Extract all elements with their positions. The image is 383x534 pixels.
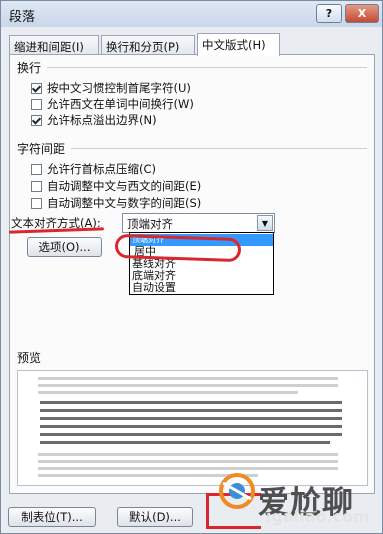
- checkbox-space-asian-latin[interactable]: [31, 180, 42, 192]
- preview-line: [38, 460, 338, 463]
- watermark-url: igaliao.com: [266, 507, 370, 526]
- divider: [47, 67, 367, 68]
- checkbox-label: 自动调整中文与数字的间距(S): [47, 196, 202, 210]
- preview-text-line: [40, 425, 342, 428]
- annotation-circle: [114, 233, 242, 263]
- tab-asian-typography[interactable]: 中文版式(H): [197, 33, 280, 56]
- dropdown-option-auto[interactable]: 自动设置: [132, 282, 176, 293]
- preview-section-label: 预览: [17, 351, 42, 365]
- text-align-select[interactable]: 顶端对齐 ▼: [122, 213, 275, 233]
- preview-line: [38, 377, 338, 380]
- preview-line: [38, 384, 338, 387]
- checkbox-label: 自动调整中文与西文的间距(E): [47, 179, 202, 193]
- text-align-value: 顶端对齐: [127, 217, 173, 231]
- preview-line: [38, 453, 338, 456]
- close-button[interactable]: X: [345, 4, 379, 23]
- preview-text-line: [40, 401, 342, 404]
- preview-text-line: [40, 441, 330, 444]
- dialog-title: 段落: [9, 10, 36, 25]
- paragraph-dialog: 段落 ? X 缩进和间距(I) 换行和分页(P) 中文版式(H) 换行 按中文习…: [0, 0, 383, 534]
- checkbox-label: 允许标点溢出边界(N): [47, 113, 157, 127]
- checkbox-compress-punctuation[interactable]: [31, 163, 42, 175]
- help-button[interactable]: ?: [316, 4, 342, 23]
- divider: [71, 148, 367, 149]
- line-break-section-label: 换行: [17, 61, 42, 75]
- tab-line-page-breaks[interactable]: 换行和分页(P): [101, 35, 195, 55]
- preview-line: [38, 467, 338, 470]
- checkbox-row-space-asian-latin[interactable]: 自动调整中文与西文的间距(E): [31, 178, 201, 194]
- preview-text-line: [40, 409, 342, 412]
- watermark-logo: [219, 473, 255, 509]
- checkbox-label: 按中文习惯控制首尾字符(U): [47, 81, 191, 95]
- dropdown-option-bottom[interactable]: 底端对齐: [132, 270, 176, 281]
- checkbox-label: 允许行首标点压缩(C): [47, 162, 157, 176]
- title-bar: 段落 ? X: [1, 1, 382, 27]
- preview-text-line: [40, 433, 342, 436]
- checkbox-row-space-asian-numbers[interactable]: 自动调整中文与数字的间距(S): [31, 195, 201, 211]
- checkbox-latin-word-wrap[interactable]: [31, 98, 42, 110]
- checkbox-row-compress-punctuation[interactable]: 允许行首标点压缩(C): [31, 161, 156, 177]
- char-spacing-section-label: 字符间距: [17, 142, 66, 156]
- tab-stops-button[interactable]: 制表位(T)...: [8, 507, 96, 527]
- preview-line: [38, 391, 298, 394]
- options-button[interactable]: 选项(O)...: [27, 237, 102, 257]
- checkbox-row-hanging-punctuation[interactable]: 允许标点溢出边界(N): [31, 112, 157, 128]
- checkbox-hanging-punctuation[interactable]: [31, 114, 42, 126]
- preview-text-line: [40, 417, 342, 420]
- checkbox-label: 允许西文在单词中间换行(W): [47, 97, 194, 111]
- checkbox-chinese-rules[interactable]: [31, 82, 42, 94]
- checkbox-space-asian-numbers[interactable]: [31, 197, 42, 209]
- checkbox-row-latin-word-wrap[interactable]: 允许西文在单词中间换行(W): [31, 96, 194, 112]
- chevron-down-icon[interactable]: ▼: [257, 215, 273, 231]
- tab-indents-spacing[interactable]: 缩进和间距(I): [9, 35, 99, 55]
- preview-box: [17, 370, 368, 486]
- checkbox-row-chinese-rules[interactable]: 按中文习惯控制首尾字符(U): [31, 80, 191, 96]
- default-button[interactable]: 默认(D)...: [117, 507, 193, 527]
